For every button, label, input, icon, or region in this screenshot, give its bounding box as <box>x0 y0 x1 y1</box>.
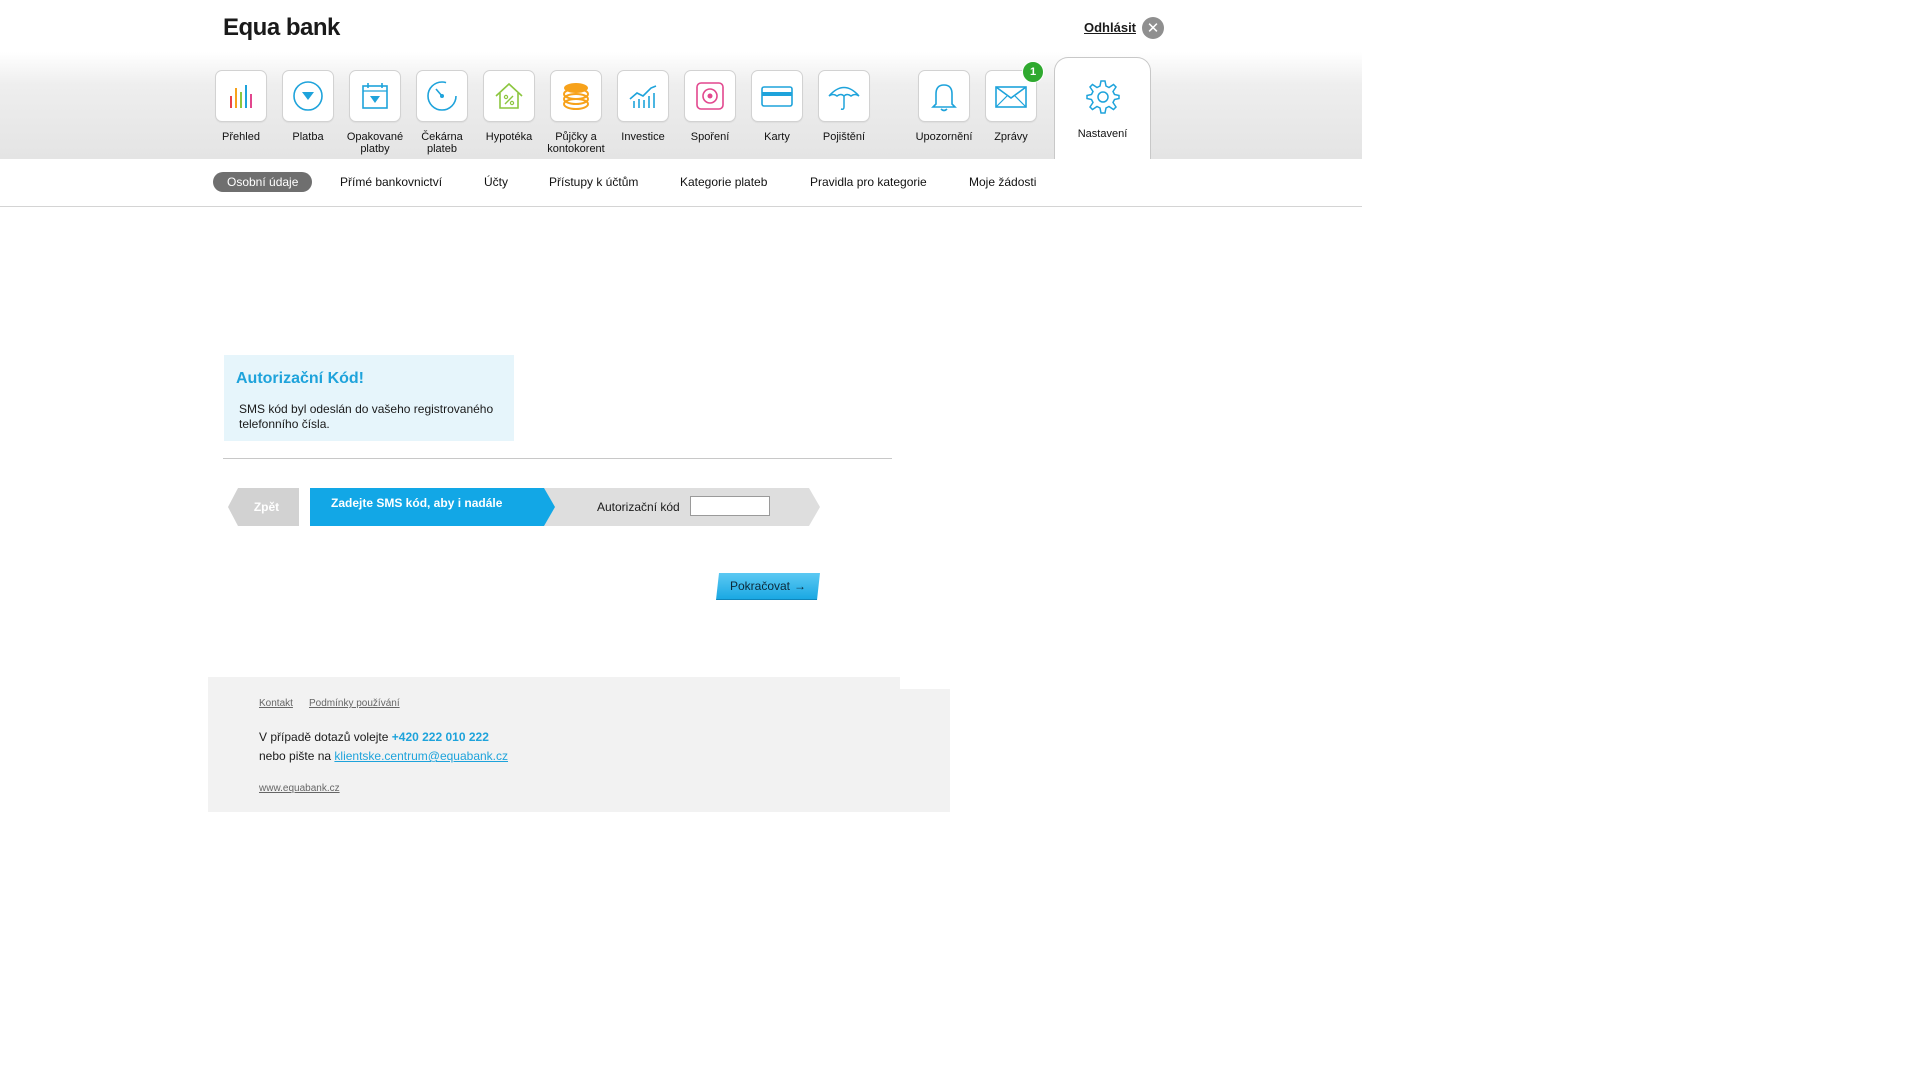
chart-bars-icon <box>215 70 267 122</box>
auth-step-bar: Zpět Zadejte SMS kód, aby i nadále Autor… <box>228 488 820 526</box>
growth-chart-icon <box>617 70 669 122</box>
nav-item-prehled[interactable]: Přehled <box>208 70 274 143</box>
nav-item-hypoteka[interactable]: Hypotéka <box>476 70 542 143</box>
back-button[interactable]: Zpět <box>228 488 299 526</box>
equa-bank-logo[interactable]: Equa bank <box>223 14 340 42</box>
nav-label: Spoření <box>690 131 730 143</box>
continue-button[interactable]: Pokračovat → <box>716 573 820 600</box>
auth-title: Autorizační Kód! <box>236 370 364 387</box>
nav-label: Nastavení <box>1077 128 1128 140</box>
umbrella-icon <box>818 70 870 122</box>
nav-label: Pojištění <box>822 131 866 143</box>
settings-subnav: Osobní údaje Přímé bankovnictví Účty Pří… <box>0 159 1362 207</box>
nav-item-platba[interactable]: Platba <box>275 70 341 143</box>
nav-item-investice[interactable]: Investice <box>610 70 676 143</box>
nav-item-karty[interactable]: Karty <box>744 70 810 143</box>
footer-notch <box>900 677 950 689</box>
nav-item-sporeni[interactable]: Spoření <box>677 70 743 143</box>
gear-icon <box>1083 77 1123 117</box>
nav-label: Hypotéka <box>485 131 533 143</box>
footer-terms-link[interactable]: Podmínky používání <box>309 698 400 709</box>
footer-website-link[interactable]: www.equabank.cz <box>259 783 340 794</box>
auth-message: SMS kód byl odeslán do vašeho registrova… <box>239 402 494 431</box>
subnav-pristupy-k-uctum[interactable]: Přístupy k účtům <box>549 175 638 189</box>
subnav-pravidla-pro-kategorie[interactable]: Pravidla pro kategorie <box>810 175 927 189</box>
bell-icon <box>918 70 970 122</box>
footer-phone-line: V případě dotazů volejte +420 222 010 22… <box>259 730 489 744</box>
footer-email-link[interactable]: klientske.centrum@equabank.cz <box>334 749 508 763</box>
calendar-icon <box>349 70 401 122</box>
nav-label: Investice <box>621 131 665 143</box>
auth-code-input[interactable] <box>690 496 770 516</box>
current-step-label: Zadejte SMS kód, aby i nadále <box>310 488 555 526</box>
clock-gauge-icon <box>416 70 468 122</box>
footer-email-line: nebo pište na klientske.centrum@equabank… <box>259 749 508 763</box>
footer-contact-link[interactable]: Kontakt <box>259 698 293 709</box>
subnav-kategorie-plateb[interactable]: Kategorie plateb <box>680 175 767 189</box>
nav-label: Platba <box>292 131 324 143</box>
footer-phone[interactable]: +420 222 010 222 <box>392 730 489 744</box>
nav-label: Opakované platby <box>346 131 404 155</box>
card-icon <box>751 70 803 122</box>
house-percent-icon <box>483 70 535 122</box>
safe-icon <box>684 70 736 122</box>
subnav-ucty[interactable]: Účty <box>484 175 508 189</box>
continue-label: Pokračovat <box>729 579 791 593</box>
page-footer: Kontakt Podmínky používání V případě dot… <box>208 677 950 812</box>
nav-label: Půjčky a kontokorent <box>547 131 605 155</box>
top-navigation-bar: Equa bank Odhlásit ✕ Přehled Platba Opak… <box>0 0 1362 161</box>
nav-item-nastaveni[interactable]: Nastavení <box>1054 57 1151 161</box>
subnav-osobni-udaje[interactable]: Osobní údaje <box>213 172 313 192</box>
logout-close-icon[interactable]: ✕ <box>1142 17 1164 39</box>
footer-write-text: nebo pište na <box>259 749 332 763</box>
payment-arrow-icon <box>282 70 334 122</box>
code-input-zone <box>543 488 820 526</box>
nav-label: Karty <box>764 131 790 143</box>
coins-stack-icon <box>550 70 602 122</box>
nav-label: Upozornění <box>915 131 973 143</box>
nav-item-cekarna-plateb[interactable]: Čekárna plateb <box>409 70 475 155</box>
auth-code-label: Autorizační kód <box>597 500 680 514</box>
content-divider <box>223 458 892 459</box>
arrow-right-icon: → <box>794 579 807 593</box>
nav-label: Čekárna plateb <box>421 131 463 155</box>
subnav-moje-zadosti[interactable]: Moje žádosti <box>969 175 1036 189</box>
nav-label: Zprávy <box>994 131 1028 143</box>
messages-count-badge: 1 <box>1022 61 1044 83</box>
subnav-prime-bankovnictvi[interactable]: Přímé bankovnictví <box>340 175 442 189</box>
nav-item-pojisteni[interactable]: Pojištění <box>811 70 877 143</box>
nav-item-pujcky[interactable]: Půjčky a kontokorent <box>543 70 609 155</box>
nav-item-opakovane-platby[interactable]: Opakované platby <box>342 70 408 155</box>
auth-info-box: Autorizační Kód! SMS kód byl odeslán do … <box>224 355 514 441</box>
nav-label: Přehled <box>222 131 260 143</box>
logout-link[interactable]: Odhlásit <box>1084 20 1136 35</box>
footer-call-text: V případě dotazů volejte <box>259 730 389 744</box>
nav-item-upozorneni[interactable]: Upozornění <box>911 70 977 143</box>
